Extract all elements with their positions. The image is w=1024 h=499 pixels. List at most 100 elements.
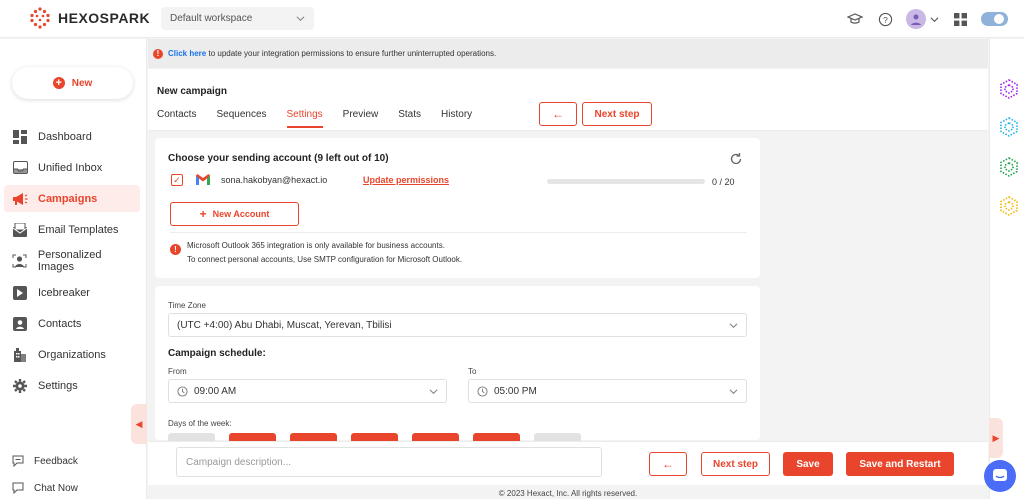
sidebar-item-contacts[interactable]: Contacts	[4, 310, 140, 337]
next-step-button[interactable]: Next step	[582, 102, 652, 126]
chat-icon	[993, 469, 1007, 481]
to-time-select[interactable]: 05:00 PM	[468, 379, 747, 403]
tab-history[interactable]: History	[441, 109, 472, 128]
timezone-value: (UTC +4:00) Abu Dhabi, Muscat, Yerevan, …	[177, 319, 392, 331]
sidebar-feedback[interactable]: Feedback	[12, 455, 78, 467]
sidebar-item-label: Email Templates	[38, 223, 119, 236]
bottom-back-button[interactable]: ←	[649, 452, 687, 476]
clock-icon	[477, 385, 488, 397]
svg-text:?: ?	[883, 14, 888, 24]
from-label: From	[168, 367, 187, 376]
tab-preview[interactable]: Preview	[343, 109, 379, 128]
copyright: © 2023 Hexact, Inc. All rights reserved.	[498, 489, 638, 498]
tab-settings[interactable]: Settings	[286, 109, 323, 128]
new-button-label: New	[71, 77, 93, 89]
sidebar-item-campaigns[interactable]: Campaigns	[4, 185, 140, 212]
hexometer-app-icon[interactable]	[999, 157, 1019, 177]
feedback-label: Feedback	[34, 455, 78, 467]
inbox-icon	[12, 160, 28, 176]
day-toggle[interactable]	[168, 433, 215, 441]
chat-widget-button[interactable]	[984, 460, 1016, 492]
gear-icon	[12, 378, 28, 394]
sidebar-item-personalized-images[interactable]: Personalized Images	[4, 247, 140, 274]
brand-logo[interactable]: HEXOSPARK	[28, 6, 150, 30]
account-email: sona.hakobyan@hexact.io	[221, 175, 328, 185]
new-account-button[interactable]: + New Account	[170, 202, 299, 226]
help-icon[interactable]: ?	[876, 10, 894, 28]
sending-quota: 0 / 20	[712, 177, 735, 187]
from-time-select[interactable]: 09:00 AM	[168, 379, 447, 403]
info-icon: !	[170, 244, 181, 255]
theme-toggle[interactable]	[981, 12, 1008, 26]
warning-icon: !	[153, 48, 163, 59]
day-toggle[interactable]	[351, 433, 398, 441]
day-toggle[interactable]	[229, 433, 276, 441]
back-button[interactable]: ←	[539, 102, 577, 126]
day-toggle[interactable]	[412, 433, 459, 441]
header-actions: ?	[846, 9, 1008, 29]
banner-link[interactable]: Click here	[168, 49, 206, 58]
new-account-label: New Account	[212, 209, 270, 219]
save-and-restart-button[interactable]: Save and Restart	[846, 452, 954, 476]
campaign-description-input[interactable]: Campaign description...	[176, 447, 602, 477]
workspace-select[interactable]: Default workspace	[161, 7, 314, 30]
sidebar-item-label: Personalized Images	[37, 248, 102, 273]
sidebar-item-settings[interactable]: Settings	[4, 372, 140, 399]
save-button[interactable]: Save	[783, 452, 833, 476]
banner-text-wrap: Click here to update your integration pe…	[168, 49, 496, 58]
tab-sequences[interactable]: Sequences	[216, 109, 266, 128]
hexospark-logo-icon	[30, 7, 50, 29]
icebreaker-icon	[12, 285, 28, 301]
clock-icon	[177, 385, 188, 397]
timezone-select[interactable]: (UTC +4:00) Abu Dhabi, Muscat, Yerevan, …	[168, 313, 747, 337]
sidebar-item-dashboard[interactable]: Dashboard	[4, 123, 140, 150]
info-line: To connect personal accounts, Use SMTP c…	[187, 255, 463, 264]
chevron-down-icon	[729, 322, 738, 328]
sidebar-item-label: Settings	[38, 379, 78, 392]
hexowatch-app-icon[interactable]	[999, 196, 1019, 216]
day-toggle[interactable]	[534, 433, 581, 441]
sidebar-item-label: Contacts	[38, 317, 82, 330]
hexospark-app-icon[interactable]	[999, 79, 1019, 99]
image-person-icon	[12, 253, 28, 269]
chevron-down-icon[interactable]	[930, 15, 939, 24]
day-toggle[interactable]	[290, 433, 337, 441]
rail-collapse-toggle[interactable]: ▶	[989, 418, 1003, 458]
sidebar-collapse-toggle[interactable]: ◀	[131, 404, 147, 444]
brand-name: HEXOSPARK	[58, 10, 151, 26]
new-button[interactable]: + New	[12, 67, 133, 99]
user-avatar[interactable]	[906, 9, 926, 29]
schedule-card	[155, 286, 760, 440]
timezone-label: Time Zone	[168, 301, 206, 310]
update-permissions-link[interactable]: Update permissions	[363, 175, 449, 185]
gmail-icon	[196, 174, 210, 185]
day-toggle[interactable]	[473, 433, 520, 441]
sidebar-item-email-templates[interactable]: Email Templates	[4, 216, 140, 243]
sidebar-item-unified-inbox[interactable]: Unified Inbox	[4, 154, 140, 181]
plus-icon: +	[199, 207, 207, 221]
sidebar-chat-now[interactable]: Chat Now	[12, 482, 78, 494]
sidebar-item-label: Organizations	[38, 348, 106, 361]
refresh-icon[interactable]	[729, 152, 743, 166]
bottom-next-step-button[interactable]: Next step	[701, 452, 770, 476]
account-checkbox[interactable]: ✓	[171, 174, 183, 186]
chevron-left-icon: ◀	[135, 418, 143, 429]
schedule-title: Campaign schedule:	[168, 348, 266, 359]
sidebar-item-label: Dashboard	[38, 130, 92, 143]
days-label: Days of the week:	[168, 419, 232, 428]
organization-icon	[12, 347, 28, 363]
apps-grid-icon[interactable]	[951, 10, 969, 28]
academy-icon[interactable]	[846, 10, 864, 28]
tab-stats[interactable]: Stats	[398, 109, 421, 128]
dashboard-icon	[12, 129, 28, 145]
chevron-down-icon	[729, 388, 738, 394]
banner-text: to update your integration permissions t…	[206, 49, 497, 58]
tab-contacts[interactable]: Contacts	[157, 109, 196, 128]
sidebar-item-icebreaker[interactable]: Icebreaker	[4, 279, 140, 306]
plus-icon: +	[52, 77, 65, 89]
chevron-down-icon	[296, 16, 305, 22]
sidebar-item-organizations[interactable]: Organizations	[4, 341, 140, 368]
hexomatic-app-icon[interactable]	[999, 117, 1019, 137]
feedback-icon	[12, 455, 24, 467]
chevron-down-icon	[429, 388, 438, 394]
